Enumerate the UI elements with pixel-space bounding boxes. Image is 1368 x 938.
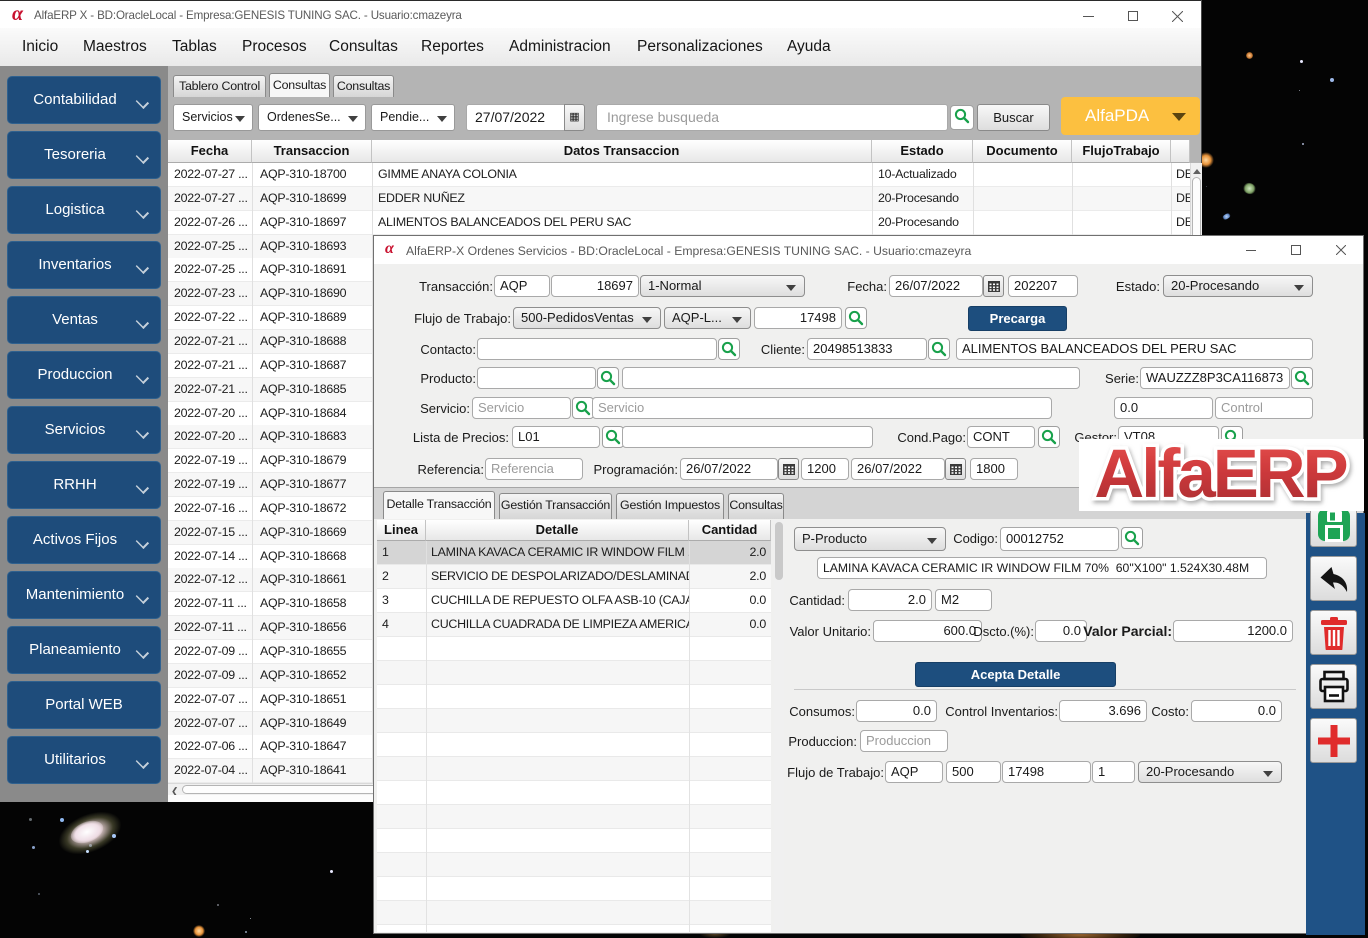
svg-text:AlfaERP: AlfaERP [1094, 439, 1346, 511]
